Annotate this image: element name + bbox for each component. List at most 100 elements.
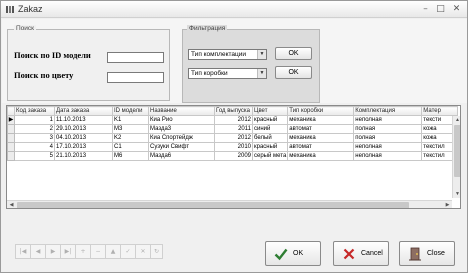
column-header[interactable]: Комплектация (353, 106, 423, 116)
zakaz-window: Zakaz – □ ✕ Поиск Поиск по ID модели Пои… (0, 0, 468, 273)
filter-complectation-ok-button[interactable]: OK (275, 47, 312, 60)
cancel-button[interactable]: Cancel (333, 241, 389, 266)
complectation-select[interactable]: Тип комплектации ▼ (188, 49, 267, 60)
column-header[interactable]: Код заказа (14, 106, 55, 116)
row-indicator (7, 133, 15, 143)
cancel-edit-icon[interactable]: ✕ (135, 244, 151, 259)
indicator-header (7, 106, 15, 116)
table-cell[interactable]: красный (251, 142, 289, 152)
orders-table: Код заказа Дата заказа ID модели Названи… (7, 106, 459, 161)
table-cell[interactable]: 5 (14, 151, 55, 161)
table-cell[interactable]: серый мета (251, 151, 289, 161)
chevron-down-icon[interactable]: ▼ (257, 50, 266, 59)
first-record-icon[interactable]: |◀ (15, 244, 31, 259)
filter-legend: Фильтрация (187, 25, 228, 32)
chevron-down-icon[interactable]: ▼ (257, 69, 266, 78)
vertical-scrollbar[interactable]: ▲ ▼ (452, 116, 460, 198)
table-cell[interactable]: Киа Рио (148, 115, 215, 125)
table-cell[interactable]: красный (251, 115, 289, 125)
ok-button[interactable]: OK (265, 241, 321, 266)
insert-record-icon[interactable]: + (75, 244, 91, 259)
table-cell[interactable]: 2009 (214, 151, 253, 161)
row-indicator (7, 151, 15, 161)
filter-box-ok-button[interactable]: OK (275, 66, 312, 79)
horizontal-scroll-thumb[interactable] (17, 202, 409, 208)
minimize-icon[interactable]: – (420, 3, 431, 16)
search-id-input[interactable] (107, 52, 164, 63)
table-cell[interactable]: синий (251, 124, 289, 134)
search-color-input[interactable] (107, 72, 164, 83)
table-row[interactable]: 2 29.10.2013 M3 Мазда3 2011 синий автома… (7, 124, 459, 134)
scroll-up-icon[interactable]: ▲ (453, 116, 460, 124)
maximize-icon[interactable]: □ (435, 3, 446, 16)
close-icon[interactable]: ✕ (451, 3, 462, 16)
table-cell[interactable]: полная (353, 133, 423, 143)
table-cell[interactable]: Киа Спортейдж (148, 133, 215, 143)
column-header[interactable]: Дата заказа (54, 106, 113, 116)
table-row[interactable]: ▶ 1 11.10.2013 K1 Киа Рио 2012 красный м… (7, 115, 459, 125)
table-cell[interactable]: 2012 (214, 115, 253, 125)
table-cell[interactable]: 2010 (214, 142, 253, 152)
column-header[interactable]: Матер (421, 106, 459, 116)
column-header[interactable]: Цвет (251, 106, 289, 116)
table-row[interactable]: 5 21.10.2013 M6 Мазда6 2009 серый мета м… (7, 151, 459, 161)
column-header[interactable]: Тип коробки (287, 106, 355, 116)
table-cell[interactable]: автомат (287, 142, 355, 152)
table-cell[interactable]: неполная (353, 142, 423, 152)
table-cell[interactable]: 2011 (214, 124, 253, 134)
table-cell[interactable]: механика (287, 115, 355, 125)
table-cell[interactable]: 4 (14, 142, 55, 152)
column-header[interactable]: ID модели (112, 106, 149, 116)
box-type-select[interactable]: Тип коробки ▼ (188, 68, 267, 79)
scroll-down-icon[interactable]: ▼ (453, 190, 460, 198)
table-cell[interactable]: 04.10.2013 (54, 133, 113, 143)
orders-grid[interactable]: Код заказа Дата заказа ID модели Названи… (6, 105, 461, 209)
table-row[interactable]: 3 04.10.2013 K2 Киа Спортейдж 2012 белый… (7, 133, 459, 143)
table-cell[interactable]: 29.10.2013 (54, 124, 113, 134)
table-cell[interactable]: 17.10.2013 (54, 142, 113, 152)
table-cell[interactable]: механика (287, 151, 355, 161)
delete-record-icon[interactable]: − (90, 244, 106, 259)
search-legend: Поиск (14, 25, 37, 32)
cancel-button-label: Cancel (361, 250, 383, 257)
horizontal-scrollbar[interactable]: ◀ ▶ (7, 200, 452, 208)
table-cell[interactable]: M6 (112, 151, 149, 161)
post-record-icon[interactable]: ✓ (120, 244, 136, 259)
close-button-label: Close (427, 250, 445, 257)
table-cell[interactable]: Сузуки Свифт (148, 142, 215, 152)
table-cell[interactable]: автомат (287, 124, 355, 134)
table-cell[interactable]: M3 (112, 124, 149, 134)
table-header-row: Код заказа Дата заказа ID модели Названи… (7, 106, 459, 116)
title-bar[interactable]: Zakaz – □ ✕ (1, 1, 467, 18)
column-header[interactable]: Название (148, 106, 215, 116)
table-cell[interactable]: полная (353, 124, 423, 134)
column-header[interactable]: Год выпуска (214, 106, 253, 116)
table-row[interactable]: 4 17.10.2013 C1 Сузуки Свифт 2010 красны… (7, 142, 459, 152)
table-cell[interactable]: C1 (112, 142, 149, 152)
table-cell[interactable]: неполная (353, 115, 423, 125)
prior-record-icon[interactable]: ◀ (30, 244, 46, 259)
table-cell[interactable]: 2012 (214, 133, 253, 143)
table-cell[interactable]: механика (287, 133, 355, 143)
edit-record-icon[interactable]: ▲ (105, 244, 121, 259)
table-cell[interactable]: 1 (14, 115, 55, 125)
table-cell[interactable]: K2 (112, 133, 149, 143)
table-cell[interactable]: Мазда6 (148, 151, 215, 161)
last-record-icon[interactable]: ▶| (60, 244, 76, 259)
scroll-left-icon[interactable]: ◀ (7, 201, 16, 208)
table-cell[interactable]: белый (251, 133, 289, 143)
vertical-scroll-thumb[interactable] (454, 125, 460, 177)
table-cell[interactable]: 3 (14, 133, 55, 143)
table-cell[interactable]: неполная (353, 151, 423, 161)
scroll-right-icon[interactable]: ▶ (443, 201, 452, 208)
table-cell[interactable]: 2 (14, 124, 55, 134)
table-cell[interactable]: 21.10.2013 (54, 151, 113, 161)
table-cell[interactable]: 11.10.2013 (54, 115, 113, 125)
next-record-icon[interactable]: ▶ (45, 244, 61, 259)
table-cell[interactable]: Мазда3 (148, 124, 215, 134)
close-button[interactable]: Close (399, 241, 455, 266)
filter-group: Фильтрация Тип комплектации ▼ OK Тип кор… (182, 25, 320, 103)
refresh-icon[interactable]: ↻ (150, 244, 163, 259)
complectation-select-value: Тип комплектации (191, 51, 246, 58)
table-cell[interactable]: K1 (112, 115, 149, 125)
